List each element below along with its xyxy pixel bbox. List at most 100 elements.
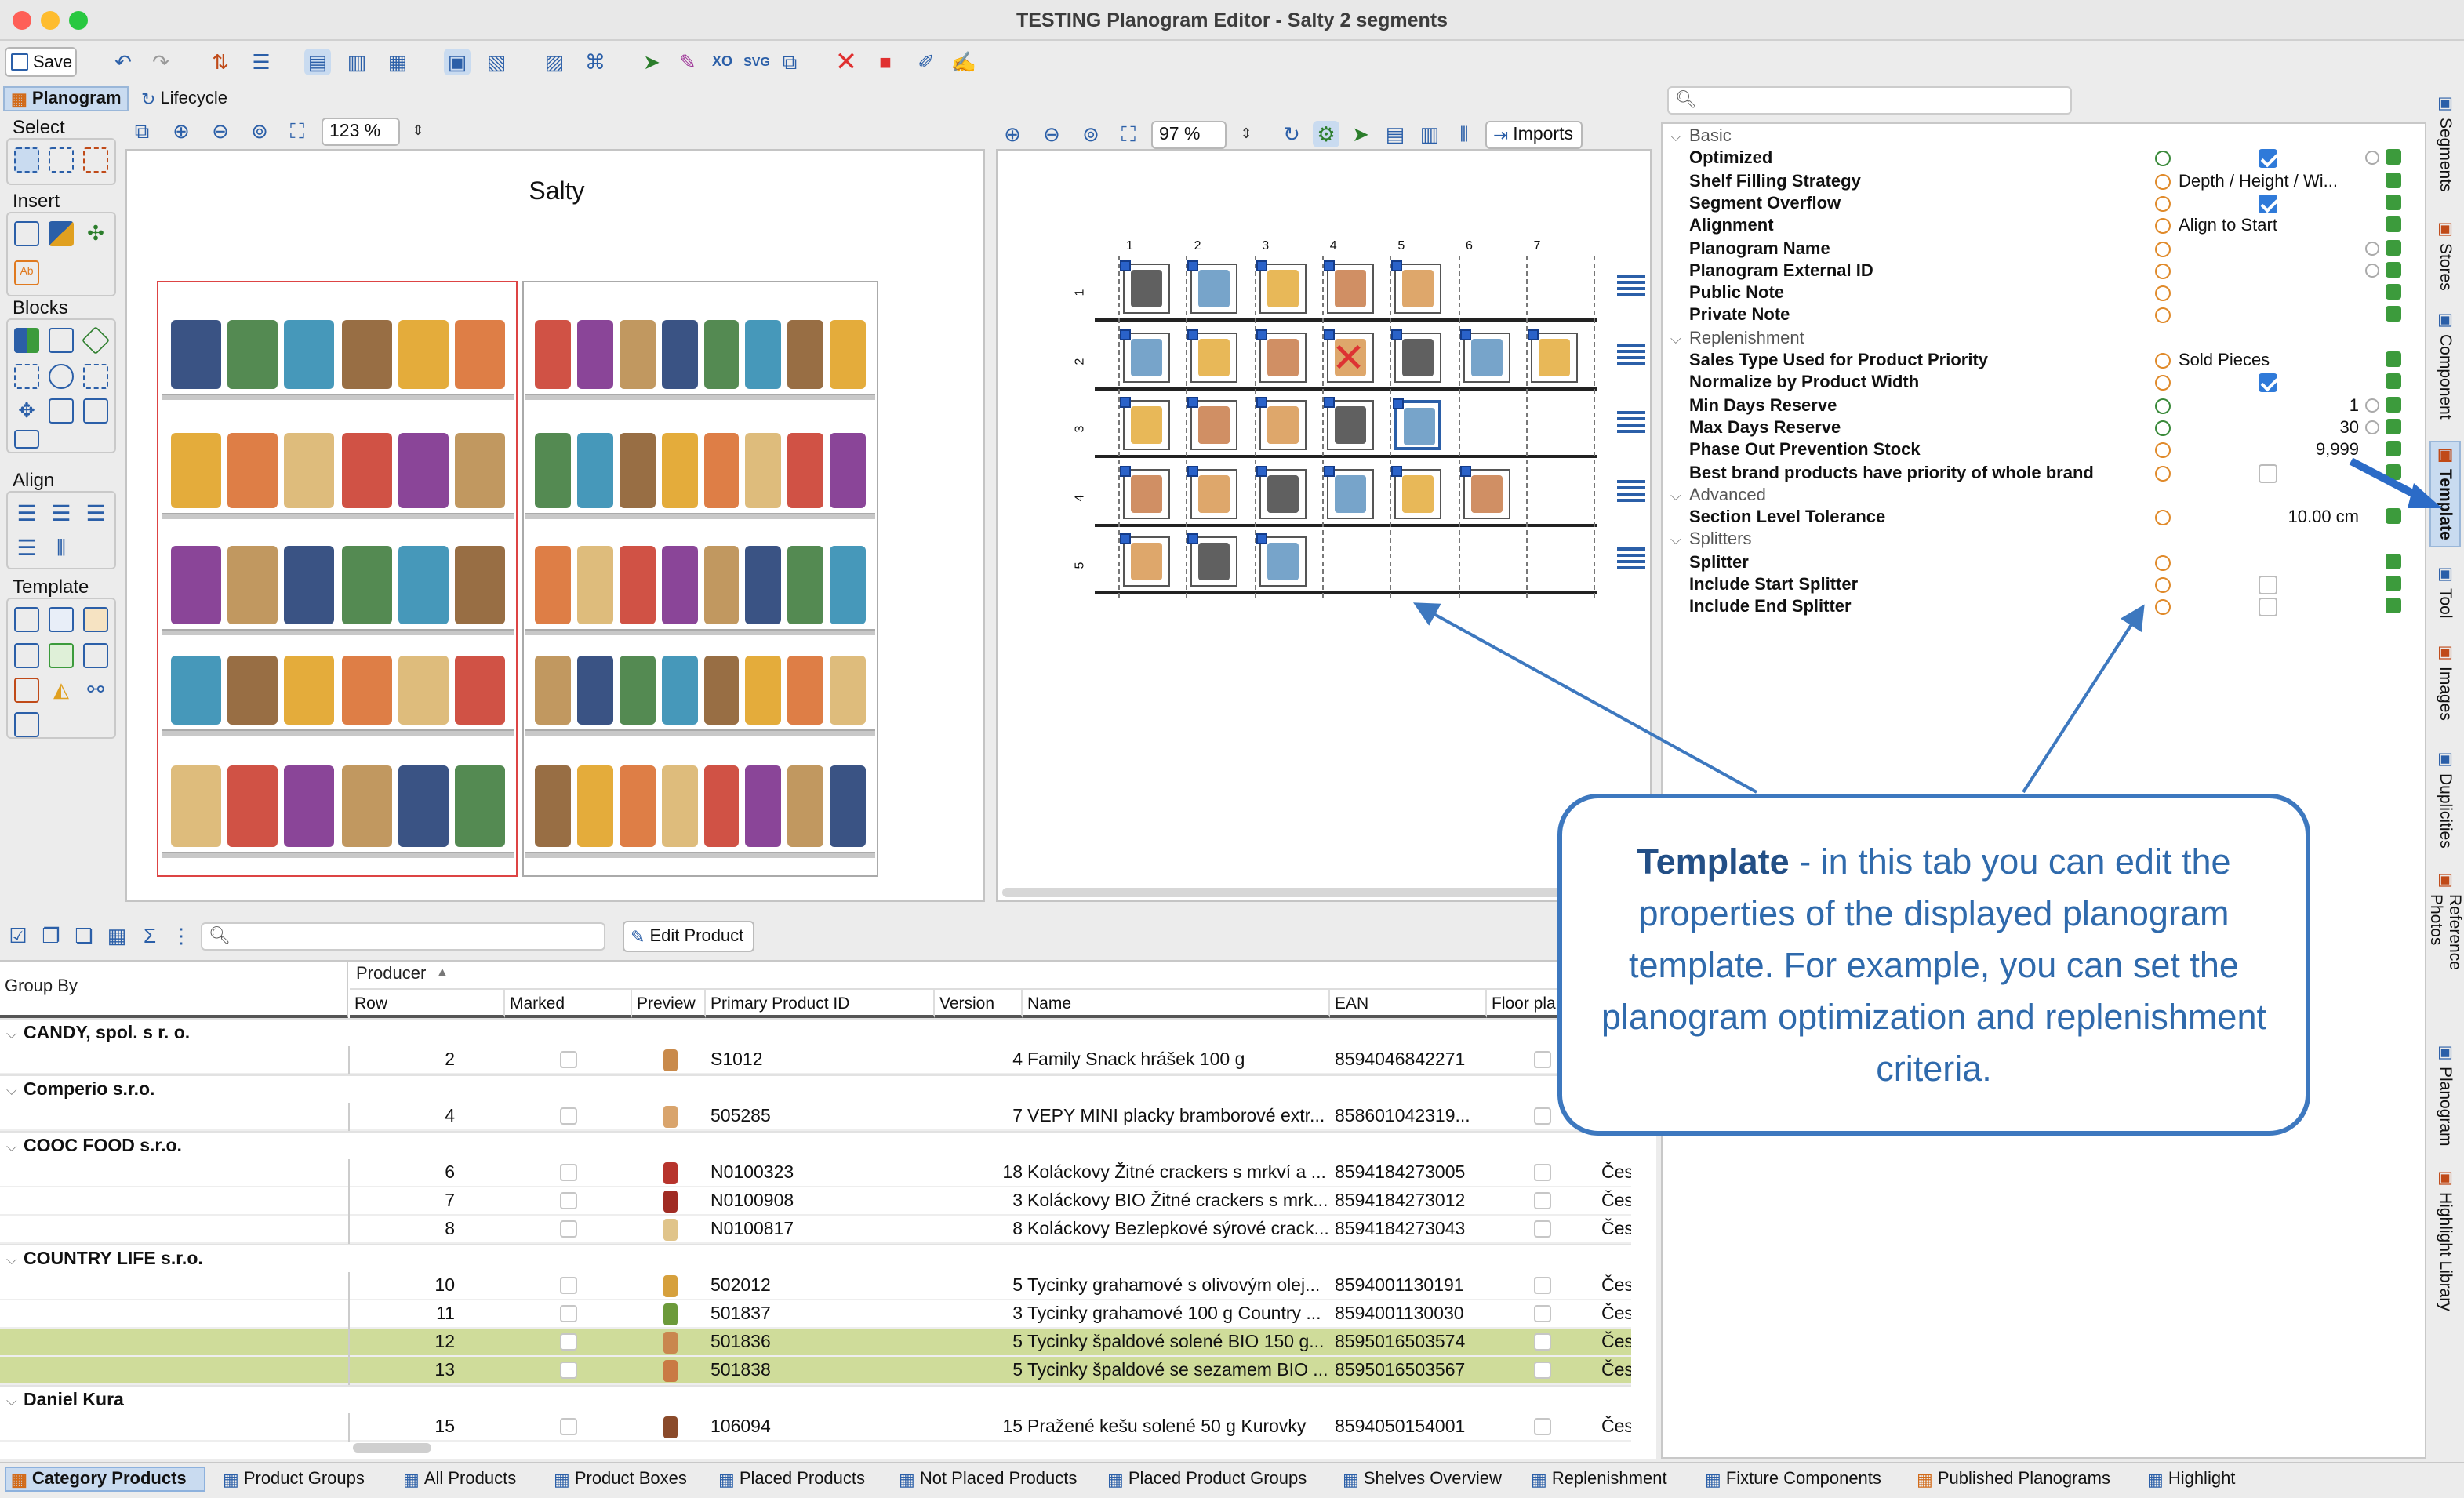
product-facing[interactable] xyxy=(535,433,571,508)
product-facing[interactable] xyxy=(830,320,866,389)
floor-checkbox[interactable] xyxy=(1534,1305,1551,1322)
table-search-input[interactable]: 🔍︎ xyxy=(201,922,605,951)
inherit-icon[interactable] xyxy=(2155,173,2171,190)
marked-checkbox[interactable] xyxy=(560,1164,577,1181)
list-icon[interactable]: ☰ xyxy=(248,49,274,75)
property-value[interactable]: Sold Pieces xyxy=(2179,350,2270,372)
block-move-icon[interactable]: ✥ xyxy=(14,398,39,424)
block-cube-icon[interactable] xyxy=(81,325,111,355)
reset-icon[interactable] xyxy=(2365,241,2379,255)
product-facing[interactable] xyxy=(576,765,613,847)
column-header[interactable]: Version xyxy=(935,990,1023,1018)
product-facing[interactable] xyxy=(454,320,505,389)
reset-icon[interactable] xyxy=(2365,263,2379,278)
property-row[interactable]: Best brand products have priority of who… xyxy=(1663,462,2428,485)
bottom-tab-all-products[interactable]: ▦ All Products xyxy=(398,1467,540,1492)
product-facing[interactable] xyxy=(341,765,392,847)
floor-checkbox[interactable] xyxy=(1534,1192,1551,1209)
cell-handle[interactable] xyxy=(1187,533,1199,544)
select-row-icon[interactable] xyxy=(83,147,108,173)
insert-shelf-icon[interactable] xyxy=(14,221,39,246)
property-row[interactable]: Optimized xyxy=(1663,148,2428,171)
template-cell[interactable] xyxy=(1187,260,1238,314)
property-value[interactable]: Depth / Height / Wi... xyxy=(2179,170,2338,192)
bottom-tab-placed-products[interactable]: ▦ Placed Products xyxy=(714,1467,883,1492)
bottom-tab-replenishment[interactable]: ▦ Replenishment xyxy=(1526,1467,1689,1492)
product-facing[interactable] xyxy=(830,546,866,624)
property-value[interactable]: Align to Start xyxy=(2179,215,2277,237)
network-icon[interactable]: ⌘ xyxy=(582,49,609,75)
product-facing[interactable] xyxy=(745,546,782,624)
edit-icon[interactable] xyxy=(2386,239,2401,255)
horizontal-scrollbar[interactable] xyxy=(1002,888,1642,897)
table-row[interactable]: 12 501836 5 Tycinky špaldové solené BIO 150… xyxy=(0,1329,1631,1357)
bottom-tab-published-planograms[interactable]: ▦ Published Planograms xyxy=(1912,1467,2131,1492)
template-triangle-icon[interactable]: ◭ xyxy=(49,678,74,703)
cell-handle[interactable] xyxy=(1391,260,1403,271)
segment-2[interactable] xyxy=(522,281,878,877)
bottom-tab-product-groups[interactable]: ▦ Product Groups xyxy=(218,1467,387,1492)
template-cell[interactable] xyxy=(1256,329,1307,382)
template-cell[interactable] xyxy=(1187,329,1238,382)
pointer-icon[interactable]: ➤ xyxy=(1347,121,1374,147)
property-row[interactable]: Section Level Tolerance 10.00 cm xyxy=(1663,507,2428,529)
align-justify-icon[interactable]: ☰ xyxy=(14,535,39,560)
property-number[interactable]: 9,999 xyxy=(2196,439,2359,461)
cell-handle[interactable] xyxy=(1120,260,1131,271)
marked-checkbox[interactable] xyxy=(560,1192,577,1209)
product-facing[interactable] xyxy=(576,433,613,508)
table-row[interactable]: 13 501838 5 Tycinky špaldové se sezamem BIO… xyxy=(0,1357,1631,1385)
product-facing[interactable] xyxy=(171,765,222,847)
edit-icon[interactable] xyxy=(2386,396,2401,413)
cell-handle[interactable] xyxy=(1256,533,1267,544)
product-facing[interactable] xyxy=(341,433,392,508)
product-facing[interactable] xyxy=(619,433,656,508)
right-zoom-stepper[interactable]: ⇕ xyxy=(1233,121,1259,147)
product-facing[interactable] xyxy=(619,765,656,847)
grid-view-icon[interactable]: ▦ xyxy=(384,49,411,75)
cell-handle[interactable] xyxy=(1323,465,1335,476)
column-header[interactable]: EAN xyxy=(1330,990,1487,1018)
imports-button[interactable]: ⇥ Imports xyxy=(1485,121,1583,149)
marked-checkbox[interactable] xyxy=(560,1107,577,1125)
table-row[interactable]: 4 505285 7 VEPY MINI placky bramborové extr… xyxy=(0,1103,1631,1131)
shelf-menu-icon[interactable] xyxy=(1617,340,1645,365)
column-header[interactable]: Row xyxy=(350,990,505,1018)
product-facing[interactable] xyxy=(619,546,656,624)
copy-icon[interactable]: ❐ xyxy=(38,922,64,949)
product-facing[interactable] xyxy=(661,765,697,847)
property-number[interactable]: 30 xyxy=(2196,417,2360,439)
product-facing[interactable] xyxy=(398,433,449,508)
insert-text-icon[interactable]: Ab xyxy=(14,260,39,285)
inherit-icon[interactable] xyxy=(2155,554,2171,571)
bars-icon[interactable]: ▥ xyxy=(1416,121,1443,147)
optimize-icon[interactable]: ⚙ xyxy=(1313,121,1339,147)
table-row[interactable]: 10 502012 5 Tycinky grahamové s olivovým ol… xyxy=(0,1272,1631,1300)
fit-screen-icon[interactable]: ⛶ xyxy=(284,118,311,144)
cell-handle[interactable] xyxy=(1323,260,1335,271)
product-facing[interactable] xyxy=(227,433,278,508)
bottom-tab-fixture-components[interactable]: ▦ Fixture Components xyxy=(1700,1467,1901,1492)
redo-icon[interactable]: ↷ xyxy=(147,49,174,75)
bottom-tab-placed-product-groups[interactable]: ▦ Placed Product Groups xyxy=(1103,1467,1327,1492)
product-facing[interactable] xyxy=(787,656,824,725)
marked-checkbox[interactable] xyxy=(560,1051,577,1068)
product-facing[interactable] xyxy=(703,320,740,389)
group-row[interactable]: ⌵ COUNTRY LIFE s.r.o. xyxy=(0,1244,1631,1272)
cell-handle[interactable] xyxy=(1459,465,1470,476)
edit-icon[interactable] xyxy=(2386,216,2401,233)
delete-icon[interactable]: ✕ xyxy=(833,49,859,75)
template-cell[interactable] xyxy=(1323,260,1374,314)
column-header[interactable]: Marked xyxy=(505,990,632,1018)
zoom-in-icon[interactable]: ⊕ xyxy=(999,121,1026,147)
marked-checkbox[interactable] xyxy=(560,1362,577,1379)
cell-handle[interactable] xyxy=(1120,397,1131,408)
zoom-out-icon[interactable]: ⊖ xyxy=(1038,121,1065,147)
cell-handle[interactable] xyxy=(1323,397,1335,408)
chevron-down-icon[interactable]: ⌵ xyxy=(1670,529,1681,551)
table-settings-icon[interactable]: ▦ xyxy=(104,922,130,949)
cell-handle[interactable] xyxy=(1459,329,1470,340)
product-facing[interactable] xyxy=(341,320,392,389)
template-cell[interactable] xyxy=(1187,397,1238,450)
fixture-icon[interactable]: ▨ xyxy=(541,49,568,75)
